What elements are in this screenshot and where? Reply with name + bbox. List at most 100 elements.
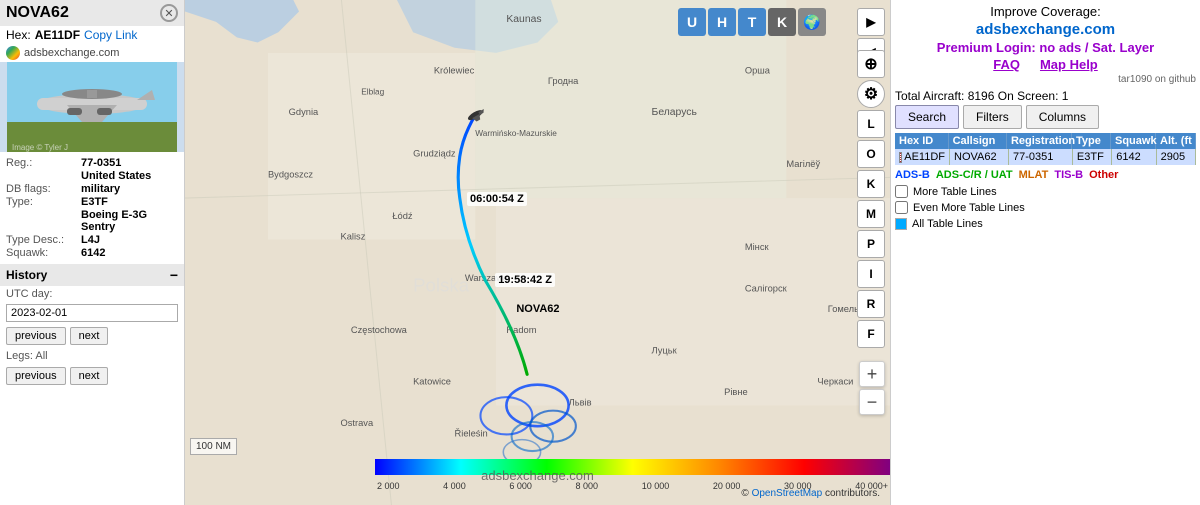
btn-p-map[interactable]: P	[857, 230, 885, 258]
svg-text:Салігорск: Салігорск	[745, 283, 788, 293]
svg-text:Elblag: Elblag	[361, 86, 384, 96]
left-panel: NOVA62 ✕ Hex: AE11DF Copy Link adsbexcha…	[0, 0, 185, 505]
legend-mlat: MLAT	[1019, 169, 1049, 181]
more-table-lines-checkbox[interactable]	[895, 185, 908, 198]
squawk-label: Squawk:	[6, 247, 81, 259]
btn-t[interactable]: T	[738, 8, 766, 36]
aircraft-image-svg: Image © Tyler J	[7, 62, 177, 152]
scale-bar: 100 NM	[190, 438, 237, 455]
btn-u[interactable]: U	[678, 8, 706, 36]
svg-text:Kalisz: Kalisz	[341, 232, 366, 242]
osm-link[interactable]: OpenStreetMap	[752, 488, 823, 499]
arrow-right-button[interactable]: ▶	[857, 8, 885, 36]
btn-r-map[interactable]: R	[857, 290, 885, 318]
alt-0: 2 000	[377, 481, 400, 491]
svg-text:Ostrava: Ostrava	[341, 418, 374, 428]
google-icon	[6, 46, 20, 60]
btn-m-map[interactable]: M	[857, 200, 885, 228]
even-more-table-lines-checkbox[interactable]	[895, 201, 908, 214]
legs-next-button[interactable]: next	[70, 367, 109, 385]
alt-1: 4 000	[443, 481, 466, 491]
type-name-value: Boeing E-3G Sentry	[81, 209, 178, 233]
btn-k-map[interactable]: K	[857, 170, 885, 198]
svg-text:Łódź: Łódź	[392, 211, 413, 221]
th-registration: Registration	[1007, 133, 1072, 149]
td-callsign: NOVA62	[950, 149, 1009, 165]
all-table-lines-label: All Table Lines	[912, 218, 983, 230]
history-collapse-button[interactable]: −	[170, 267, 178, 283]
type-value: E3TF	[81, 196, 108, 208]
country-row: United States	[6, 170, 178, 182]
aircraft-header: NOVA62 ✕	[0, 0, 184, 26]
adsbexchange-link[interactable]: adsbexchange.com	[895, 21, 1196, 38]
search-button[interactable]: Search	[895, 105, 959, 129]
type-label: Type:	[6, 196, 81, 208]
all-table-lines-color	[895, 218, 907, 230]
svg-text:Гомель: Гомель	[828, 304, 859, 314]
legs-previous-button[interactable]: previous	[6, 367, 66, 385]
hex-line: Hex: AE11DF Copy Link	[0, 26, 184, 44]
btn-k[interactable]: K	[768, 8, 796, 36]
svg-text:Гродна: Гродна	[548, 76, 579, 86]
th-type: Type	[1072, 133, 1111, 149]
more-table-lines-row: More Table Lines	[895, 185, 1196, 198]
td-registration: 77-0351	[1009, 149, 1073, 165]
premium-link[interactable]: Premium Login: no ads / Sat. Layer	[937, 40, 1154, 55]
zoom-in-button[interactable]: +	[859, 361, 885, 387]
svg-text:Bydgoszcz: Bydgoszcz	[268, 169, 313, 179]
close-button[interactable]: ✕	[160, 4, 178, 22]
faq-help: FAQ Map Help	[895, 57, 1196, 72]
svg-text:Магілёў: Магілёў	[786, 159, 820, 169]
zoom-out-button[interactable]: −	[859, 389, 885, 415]
svg-text:Polska: Polska	[413, 274, 470, 295]
details-table: Reg.: 77-0351 United States DB flags: mi…	[0, 152, 184, 264]
letter-buttons: ⊕ ⚙ L O K M P I R F	[857, 50, 885, 348]
btn-l-map[interactable]: L	[857, 110, 885, 138]
layers-icon-button[interactable]: ⊕	[857, 50, 885, 78]
reg-label: Reg.:	[6, 157, 81, 169]
table-header-row: Hex ID Callsign Registration Type Squawk…	[895, 133, 1196, 149]
total-aircraft-label: Total Aircraft: 8196	[895, 89, 994, 103]
faq-link[interactable]: FAQ	[993, 57, 1020, 72]
svg-text:Katowice: Katowice	[413, 377, 451, 387]
td-alt: 2905	[1157, 149, 1196, 165]
svg-text:Беларусь: Беларусь	[652, 107, 697, 118]
map-help-link[interactable]: Map Help	[1040, 57, 1098, 72]
date-input[interactable]	[6, 304, 178, 322]
map-timestamp-start: 06:00:54 Z	[467, 192, 527, 206]
filters-button[interactable]: Filters	[963, 105, 1022, 129]
btn-f-map[interactable]: F	[857, 320, 885, 348]
btn-i-map[interactable]: I	[857, 260, 885, 288]
type-name-row: Boeing E-3G Sentry	[6, 209, 178, 233]
svg-text:Řieleśin: Řieleśin	[455, 429, 488, 439]
us-flag-icon	[899, 152, 902, 163]
osm-attribution: © OpenStreetMap contributors.	[741, 488, 880, 499]
btn-o-map[interactable]: O	[857, 140, 885, 168]
svg-text:Image © Tyler J: Image © Tyler J	[12, 143, 68, 152]
svg-text:Grudziądz: Grudziądz	[413, 149, 456, 159]
even-more-table-lines-label: Even More Table Lines	[913, 202, 1025, 214]
svg-text:Черкаси: Черкаси	[817, 377, 853, 387]
th-hex: Hex ID	[895, 133, 949, 149]
hex-label: Hex:	[6, 28, 31, 42]
copy-link[interactable]: Copy Link	[84, 28, 137, 42]
td-hex: AE11DF	[895, 149, 950, 165]
btn-h[interactable]: H	[708, 8, 736, 36]
reg-value: 77-0351	[81, 157, 121, 169]
previous-button[interactable]: previous	[6, 327, 66, 345]
squawk-value: 6142	[81, 247, 105, 259]
gear-button[interactable]: ⚙	[857, 80, 885, 108]
table-data-row[interactable]: AE11DF NOVA62 77-0351 E3TF 6142 2905	[895, 149, 1196, 165]
type-name-label	[6, 209, 81, 233]
svg-text:Częstochowa: Częstochowa	[351, 325, 408, 335]
top-map-buttons: U H T K 🌍	[678, 8, 826, 36]
legend-other: Other	[1089, 169, 1118, 181]
columns-button[interactable]: Columns	[1026, 105, 1099, 129]
nav-buttons: previous next	[0, 324, 184, 348]
globe-btn[interactable]: 🌍	[798, 8, 826, 36]
tar-link[interactable]: tar1090 on github	[895, 74, 1196, 85]
next-button[interactable]: next	[70, 327, 109, 345]
legend-adscr: ADS-C/R / UAT	[936, 169, 1013, 181]
map-area[interactable]: Kaunas Gdynia Elblag Królewiec Bydgoszcz…	[185, 0, 890, 505]
stats-line: Total Aircraft: 8196 On Screen: 1	[895, 89, 1196, 103]
